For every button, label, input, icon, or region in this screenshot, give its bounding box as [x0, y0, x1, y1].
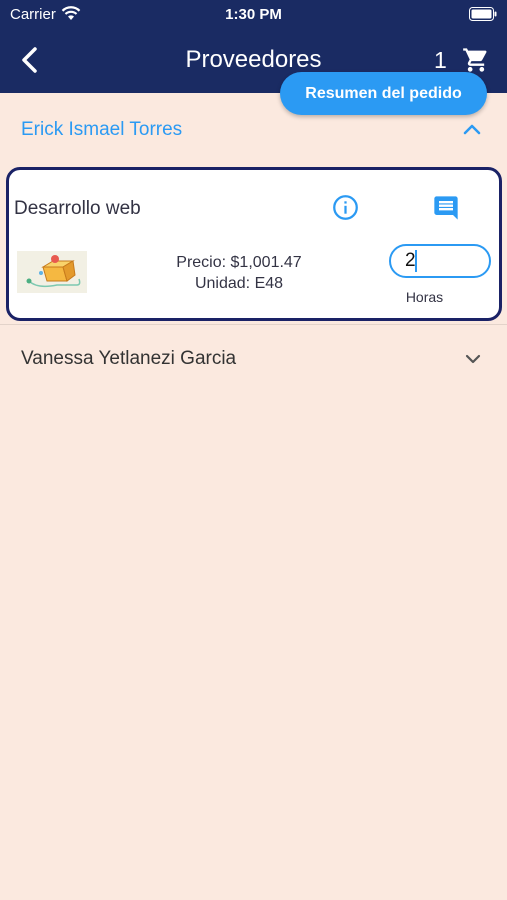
quantity-unit-label: Horas — [405, 289, 444, 305]
order-summary-button[interactable]: Resumen del pedido — [280, 72, 487, 115]
divider — [0, 324, 507, 325]
comment-icon[interactable] — [432, 194, 460, 222]
product-price: Precio: $1,001.47 — [176, 254, 302, 271]
product-name: Desarrollo web — [14, 198, 141, 219]
text-caret — [415, 250, 417, 272]
cart-icon[interactable] — [462, 46, 490, 74]
package-icon — [26, 255, 81, 288]
provider-header-vanessa[interactable]: Vanessa Yetlanezi Garcia — [0, 338, 507, 378]
status-time: 1:30 PM — [225, 6, 282, 23]
cart-count: 1 — [434, 47, 447, 73]
provider-name: Erick Ismael Torres — [21, 119, 183, 140]
provider-header-erick[interactable]: Erick Ismael Torres — [0, 110, 507, 150]
battery-icon — [469, 7, 497, 21]
product-card: Desarrollo web Precio: $1,001.47 Unidad:… — [6, 167, 502, 321]
status-bar: Carrier 1:30 PM — [0, 0, 507, 28]
product-image — [17, 251, 87, 293]
page-title: Proveedores — [185, 46, 322, 73]
info-icon[interactable] — [332, 194, 359, 221]
product-unit: Unidad: E48 — [194, 275, 284, 292]
quantity-input[interactable] — [389, 244, 491, 278]
chevron-down-icon — [465, 354, 481, 364]
chevron-up-icon — [463, 124, 481, 135]
provider-name: Vanessa Yetlanezi Garcia — [21, 348, 237, 369]
